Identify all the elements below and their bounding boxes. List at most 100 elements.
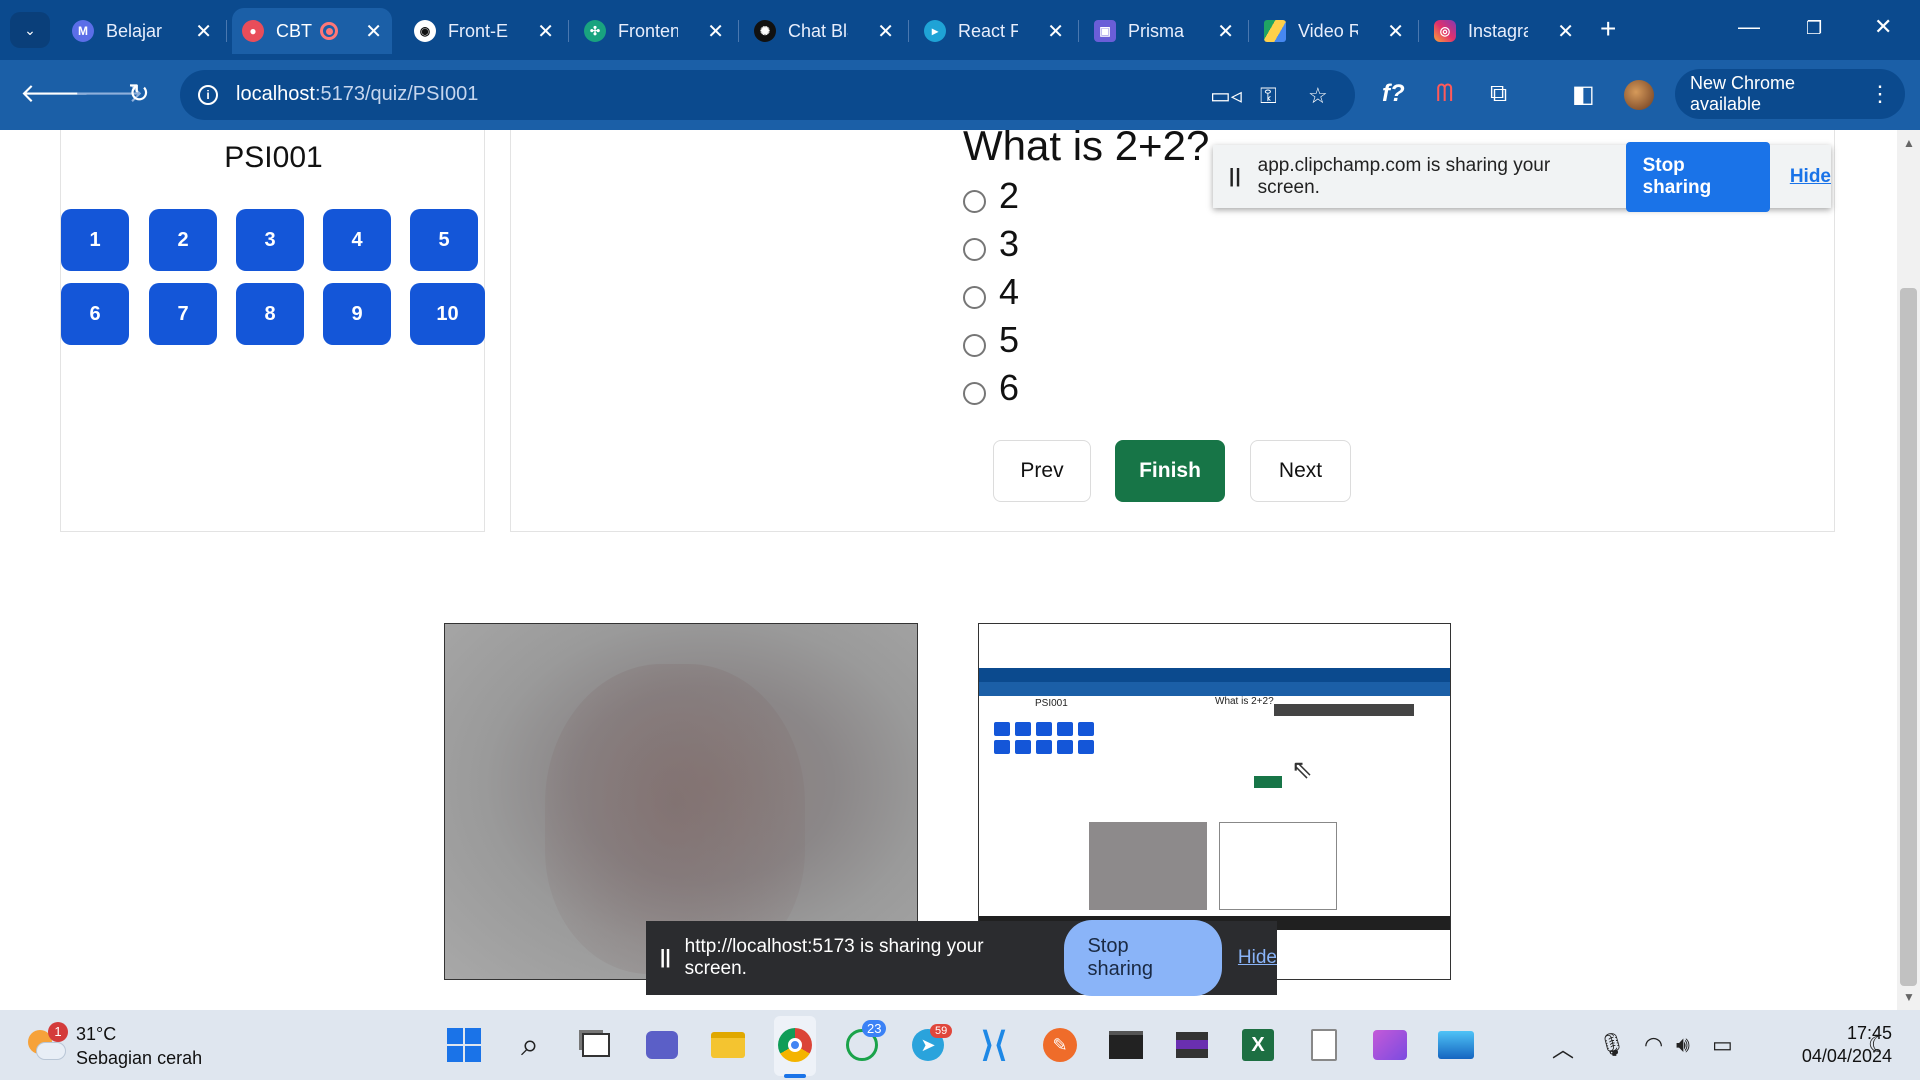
close-icon[interactable]: ✕	[1207, 19, 1234, 44]
chrome-update-button[interactable]: New Chrome available ⋮	[1675, 69, 1905, 119]
answer-option[interactable]: 6	[963, 367, 1019, 409]
key-icon[interactable]: ⚿	[1260, 83, 1277, 109]
tab-front-end[interactable]: ◉ Front-End ✕	[404, 8, 564, 54]
postman-icon[interactable]: ✎	[1040, 1025, 1080, 1065]
option-label: 4	[999, 271, 1020, 312]
site-info-icon[interactable]: i	[198, 85, 218, 105]
option-label: 3	[999, 223, 1020, 264]
close-icon[interactable]: ✕	[1377, 19, 1404, 44]
question-button-3[interactable]: 3	[236, 209, 304, 271]
option-label: 6	[999, 367, 1020, 408]
profile-avatar[interactable]	[1624, 80, 1654, 110]
minimize-button[interactable]: —	[1738, 14, 1760, 40]
tab-prisma[interactable]: ▣ Prisma S ✕	[1084, 8, 1244, 54]
question-button-10[interactable]: 10	[410, 283, 485, 345]
mendeley-extension-icon[interactable]: ᗰ	[1436, 80, 1453, 108]
question-button-2[interactable]: 2	[149, 209, 217, 271]
answer-option[interactable]: 5	[963, 319, 1019, 361]
hide-button[interactable]: Hide	[1790, 166, 1831, 188]
preview-question: What is 2+2?	[1215, 696, 1274, 707]
formula-extension-icon[interactable]: f?	[1382, 80, 1405, 108]
tab-search-button[interactable]: ⌄	[10, 12, 50, 48]
microphone-icon[interactable]: 🎙︎	[1598, 1032, 1626, 1058]
close-icon[interactable]: ✕	[697, 19, 724, 44]
side-panel-icon[interactable]: ◧	[1572, 80, 1595, 109]
answer-option[interactable]: 2	[963, 175, 1019, 217]
browser-toolbar: 🡐 🡒 ↻ i localhost:5173/quiz/PSI001 ▭◃ ⚿ …	[0, 60, 1920, 130]
stop-sharing-button[interactable]: Stop sharing	[1064, 920, 1222, 996]
photos-icon[interactable]	[1436, 1025, 1476, 1065]
wifi-icon[interactable]: ◠	[1644, 1032, 1663, 1058]
close-icon[interactable]: ✕	[527, 19, 554, 44]
finish-button[interactable]: Finish	[1115, 440, 1225, 502]
radio-button[interactable]	[963, 381, 986, 405]
next-button[interactable]: Next	[1250, 440, 1351, 502]
tab-video[interactable]: Video R ✕	[1254, 8, 1414, 54]
answer-option[interactable]: 4	[963, 271, 1019, 313]
close-icon[interactable]: ✕	[185, 19, 212, 44]
address-bar[interactable]: i localhost:5173/quiz/PSI001 ▭◃ ⚿ ☆	[180, 70, 1355, 120]
radio-button[interactable]	[963, 237, 986, 261]
tab-title: Chat Black	[788, 20, 848, 41]
scroll-down-icon[interactable]: ▼	[1903, 990, 1915, 1004]
question-button-6[interactable]: 6	[61, 283, 129, 345]
search-icon[interactable]: ⌕	[510, 1025, 550, 1065]
excel-icon[interactable]: X	[1238, 1025, 1278, 1065]
close-icon[interactable]: ✕	[1037, 19, 1064, 44]
close-icon[interactable]: ✕	[1547, 19, 1574, 44]
task-view-icon[interactable]	[576, 1025, 616, 1065]
chat-icon[interactable]	[642, 1025, 682, 1065]
question-button-7[interactable]: 7	[149, 283, 217, 345]
prev-button[interactable]: Prev	[993, 440, 1091, 502]
tab-title: Frontend	[618, 20, 678, 41]
chrome-icon[interactable]	[775, 1025, 815, 1065]
restore-button[interactable]: ❐	[1806, 18, 1822, 39]
quiz-code-title: PSI001	[224, 141, 323, 174]
reload-button[interactable]: ↻	[128, 80, 150, 106]
tab-frontend[interactable]: ✣ Frontend ✕	[574, 8, 734, 54]
radio-button[interactable]	[963, 285, 986, 309]
start-icon[interactable]	[444, 1025, 484, 1065]
media-app-icon[interactable]	[1172, 1025, 1212, 1065]
chevron-up-icon[interactable]: ︿	[1552, 1032, 1574, 1064]
terminal-icon[interactable]	[1106, 1025, 1146, 1065]
vscode-icon[interactable]: ⟩⟨	[974, 1025, 1014, 1065]
bookmark-star-icon[interactable]: ☆	[1308, 83, 1328, 109]
battery-icon[interactable]: ▭	[1712, 1032, 1733, 1058]
tab-react[interactable]: ▸ React Fo ✕	[914, 8, 1074, 54]
tab-cbt[interactable]: ● CBT ✕	[232, 8, 392, 54]
question-button-4[interactable]: 4	[323, 209, 391, 271]
radio-button[interactable]	[963, 333, 986, 357]
close-icon[interactable]: ✕	[355, 19, 382, 44]
clipchamp-icon[interactable]	[1370, 1025, 1410, 1065]
extensions-icon[interactable]: ⧉	[1490, 80, 1507, 108]
option-label: 5	[999, 319, 1020, 360]
update-label: New Chrome available	[1690, 73, 1796, 114]
chevron-down-icon: ⌄	[24, 21, 36, 38]
volume-icon[interactable]: 🔊︎	[1676, 1032, 1690, 1058]
chatgpt-icon: ✣	[584, 20, 606, 42]
tab-belajar[interactable]: M Belajar Full ✕	[62, 8, 222, 54]
question-button-5[interactable]: 5	[410, 209, 478, 271]
more-menu-icon[interactable]: ⋮	[1869, 81, 1891, 107]
question-button-1[interactable]: 1	[61, 209, 129, 271]
question-button-9[interactable]: 9	[323, 283, 391, 345]
new-tab-button[interactable]: +	[1600, 14, 1616, 44]
stop-sharing-button[interactable]: Stop sharing	[1625, 141, 1770, 212]
answer-option[interactable]: 3	[963, 223, 1019, 265]
moon-icon[interactable]: ☾	[1868, 1032, 1888, 1058]
file-explorer-icon[interactable]	[708, 1025, 748, 1065]
instagram-icon: ◎	[1434, 20, 1456, 42]
camera-icon[interactable]: ▭◃	[1210, 83, 1242, 109]
close-window-button[interactable]: ✕	[1874, 14, 1892, 40]
tab-chat[interactable]: ✺ Chat Black ✕	[744, 8, 904, 54]
scrollbar-thumb[interactable]	[1900, 288, 1917, 986]
scroll-up-icon[interactable]: ▲	[1903, 136, 1915, 150]
close-icon[interactable]: ✕	[867, 19, 894, 44]
tab-instagram[interactable]: ◎ Instagra ✕	[1424, 8, 1584, 54]
question-button-8[interactable]: 8	[236, 283, 304, 345]
hide-button[interactable]: Hide	[1238, 947, 1277, 969]
option-label: 2	[999, 175, 1020, 216]
radio-button[interactable]	[963, 189, 986, 213]
document-icon[interactable]	[1304, 1025, 1344, 1065]
